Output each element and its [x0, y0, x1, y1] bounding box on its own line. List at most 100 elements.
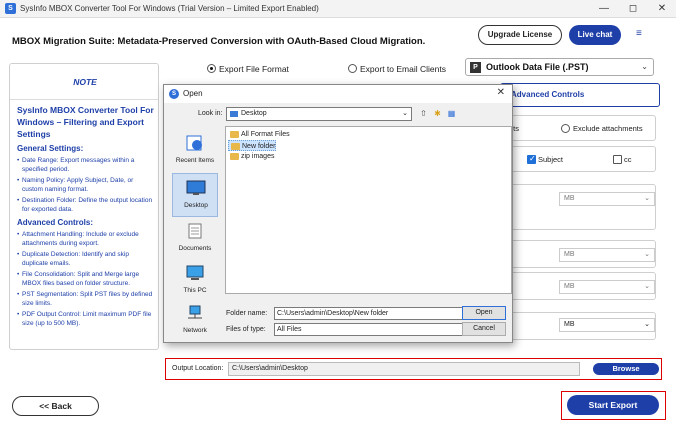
- folder-icon: [230, 153, 239, 160]
- computer-icon: [186, 265, 204, 280]
- list-item: Date Range: Export messages within a spe…: [17, 156, 155, 174]
- list-item: Duplicate Detection: Identify and skip d…: [17, 250, 155, 268]
- network-icon: [188, 305, 202, 319]
- upgrade-license-button[interactable]: Upgrade License: [478, 25, 562, 45]
- size-unit-select[interactable]: MB ⌄: [559, 280, 655, 294]
- view-menu-icon[interactable]: ▦: [446, 108, 457, 119]
- new-folder-icon[interactable]: ✱: [432, 108, 443, 119]
- cc-label: cc: [624, 155, 632, 164]
- list-item[interactable]: New folder: [228, 140, 277, 151]
- file-name: New folder: [242, 143, 276, 150]
- files-of-type-select[interactable]: All Files ⌄: [274, 323, 492, 336]
- advanced-controls-list: Attachment Handling: Include or exclude …: [17, 230, 155, 328]
- export-file-format-label[interactable]: Export File Format: [219, 64, 289, 74]
- minimize-button[interactable]: —: [590, 0, 618, 18]
- look-in-select[interactable]: Desktop ⌄: [226, 107, 412, 121]
- folder-name-field[interactable]: C:\Users\admin\Desktop\New folder: [274, 307, 492, 320]
- export-file-format-radio[interactable]: [207, 64, 216, 73]
- chevron-down-icon: ⌄: [644, 195, 650, 202]
- look-in-label: Look in:: [198, 110, 223, 117]
- list-item: Attachment Handling: Include or exclude …: [17, 230, 155, 248]
- tab-advanced-controls[interactable]: Advanced Controls: [500, 83, 660, 107]
- naming-panel: Subject cc: [500, 146, 656, 172]
- files-of-type-value: All Files: [277, 326, 302, 333]
- output-location-field[interactable]: C:\Users\admin\Desktop: [228, 362, 580, 376]
- window-title: SysInfo MBOX Converter Tool For Windows …: [20, 4, 319, 13]
- folder-icon: [231, 143, 240, 150]
- chevron-down-icon: ⌄: [641, 62, 648, 71]
- exclude-attachments-label[interactable]: Exclude attachments: [573, 124, 643, 133]
- chevron-down-icon: ⌄: [402, 110, 408, 117]
- note-panel: NOTE SysInfo MBOX Converter Tool For Win…: [9, 63, 159, 350]
- size-unit-value: MB: [564, 251, 575, 258]
- browse-button[interactable]: Browse: [593, 363, 659, 375]
- open-button[interactable]: Open: [462, 306, 506, 320]
- place-desktop[interactable]: Desktop: [172, 173, 218, 217]
- general-settings-title: General Settings:: [17, 144, 84, 153]
- file-name: zip images: [241, 153, 275, 160]
- cancel-button[interactable]: Cancel: [462, 322, 506, 336]
- export-email-clients-label[interactable]: Export to Email Clients: [360, 64, 446, 74]
- live-chat-button[interactable]: Live chat: [569, 25, 621, 45]
- list-item: Naming Policy: Apply Subject, Date, or c…: [17, 176, 155, 194]
- menu-icon[interactable]: ≡: [636, 28, 642, 39]
- place-label: Documents: [178, 245, 212, 252]
- exclude-attachments-radio[interactable]: [561, 124, 570, 133]
- file-list[interactable]: All Format Files New folder zip images: [225, 126, 512, 294]
- close-icon[interactable]: ✕: [497, 87, 505, 98]
- chevron-down-icon: ⌄: [644, 251, 650, 258]
- place-this-pc[interactable]: This PC: [172, 259, 218, 303]
- cc-checkbox[interactable]: [613, 155, 622, 164]
- size-unit-select[interactable]: MB ⌄: [559, 248, 655, 262]
- back-button[interactable]: << Back: [12, 396, 99, 416]
- chevron-down-icon: ⌄: [644, 321, 650, 328]
- place-label: Desktop: [184, 202, 208, 209]
- desktop-icon: [230, 111, 238, 117]
- up-folder-icon[interactable]: ⇧: [418, 108, 429, 119]
- list-item[interactable]: zip images: [228, 151, 274, 162]
- split-panel-3: MB ⌄: [500, 272, 656, 300]
- place-network[interactable]: Network: [172, 299, 218, 343]
- close-button[interactable]: ✕: [648, 0, 676, 18]
- open-dialog: S Open ✕ Look in: Desktop ⌄ ⇧ ✱ ▦ Recent…: [163, 84, 513, 343]
- list-item[interactable]: All Format Files: [228, 129, 290, 140]
- start-export-highlight: Start Export: [561, 391, 666, 420]
- size-unit-value: MB: [564, 321, 575, 328]
- note-body: SysInfo MBOX Converter Tool For Windows …: [17, 104, 155, 330]
- app-icon: S: [5, 3, 16, 14]
- subject-checkbox[interactable]: [527, 154, 536, 164]
- folder-icon: [230, 131, 239, 138]
- general-settings-list: Date Range: Export messages within a spe…: [17, 156, 155, 214]
- documents-icon: [188, 223, 202, 239]
- list-item: File Consolidation: Split and Merge larg…: [17, 270, 155, 288]
- folder-name-label: Folder name:: [226, 310, 268, 317]
- dialog-title-bar: S Open ✕: [164, 85, 512, 103]
- place-documents[interactable]: Documents: [172, 217, 218, 261]
- subject-label: Subject: [538, 155, 564, 164]
- place-label: Recent Items: [175, 157, 215, 164]
- export-email-clients-radio[interactable]: [348, 64, 357, 73]
- place-label: Network: [183, 327, 207, 334]
- attachments-panel: nts Exclude attachments: [500, 115, 656, 141]
- split-panel-2: MB ⌄: [500, 240, 656, 268]
- size-unit-select[interactable]: MB ⌄: [559, 192, 655, 206]
- maximize-button[interactable]: ◻: [619, 0, 647, 18]
- output-location-box: Output Location: C:\Users\admin\Desktop …: [165, 358, 662, 380]
- file-name: All Format Files: [241, 131, 290, 138]
- tab-advanced-controls-label: Advanced Controls: [511, 90, 585, 99]
- output-location-label: Output Location:: [172, 365, 224, 372]
- format-select[interactable]: P Outlook Data File (.PST) ⌄: [465, 58, 654, 76]
- size-unit-value: MB: [564, 195, 575, 202]
- note-intro: SysInfo MBOX Converter Tool For Windows …: [17, 105, 154, 139]
- places-bar: Recent Items Desktop Documents This PC N…: [170, 127, 220, 339]
- title-bar: S SysInfo MBOX Converter Tool For Window…: [0, 0, 676, 18]
- place-label: This PC: [183, 287, 207, 294]
- start-export-button[interactable]: Start Export: [567, 395, 659, 415]
- format-selected-value: Outlook Data File (.PST): [486, 62, 589, 72]
- split-panel-4: MB ⌄: [500, 312, 656, 340]
- dialog-title: Open: [183, 89, 203, 98]
- recent-items-icon: [186, 135, 202, 151]
- place-recent-items[interactable]: Recent Items: [172, 129, 218, 173]
- page-title: MBOX Migration Suite: Metadata-Preserved…: [12, 36, 426, 47]
- size-unit-select[interactable]: MB ⌄: [559, 318, 655, 332]
